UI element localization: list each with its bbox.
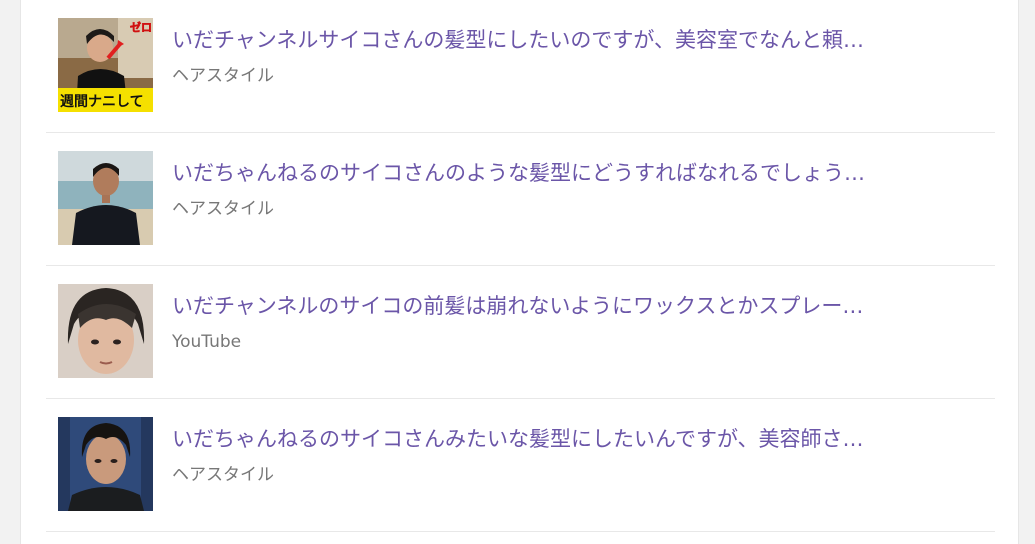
question-list-item[interactable]: いだちゃんねるのサイコさんのような髪型にどうすればなれるでしょう… ヘアスタイル: [46, 133, 995, 266]
question-title-link[interactable]: いだちゃんねるのサイコさんのような髪型にどうすればなれるでしょう…: [172, 158, 972, 188]
question-category[interactable]: ヘアスタイル: [172, 64, 274, 88]
question-list: ゼロ 週間ナニして いだチャンネルサイコさんの髪型にしたいのですが、美容室でなん…: [46, 0, 995, 532]
thumbnail-image: [58, 284, 153, 378]
question-thumbnail[interactable]: [58, 284, 153, 378]
question-thumbnail[interactable]: [58, 151, 153, 245]
question-thumbnail[interactable]: ゼロ 週間ナニして: [58, 18, 153, 112]
question-title-link[interactable]: いだチャンネルのサイコの前髪は崩れないようにワックスとかスプレー…: [172, 291, 972, 321]
thumbnail-caption-top: ゼロ: [130, 20, 152, 34]
question-category[interactable]: YouTube: [172, 330, 241, 354]
question-list-item[interactable]: ゼロ 週間ナニして いだチャンネルサイコさんの髪型にしたいのですが、美容室でなん…: [46, 0, 995, 133]
thumbnail-image: [58, 417, 153, 511]
thumbnail-caption-bottom: 週間ナニして: [60, 94, 144, 110]
question-list-item[interactable]: いだチャンネルのサイコの前髪は崩れないようにワックスとかスプレー… YouTub…: [46, 266, 995, 399]
question-title-link[interactable]: いだちゃんねるのサイコさんみたいな髪型にしたいんですが、美容師さ…: [172, 424, 972, 454]
results-panel: ゼロ 週間ナニして いだチャンネルサイコさんの髪型にしたいのですが、美容室でなん…: [20, 0, 1019, 544]
question-category[interactable]: ヘアスタイル: [172, 463, 274, 487]
thumbnail-image: ゼロ 週間ナニして: [58, 18, 153, 112]
thumbnail-image: [58, 151, 153, 245]
question-title-link[interactable]: いだチャンネルサイコさんの髪型にしたいのですが、美容室でなんと頼…: [172, 25, 972, 55]
question-category[interactable]: ヘアスタイル: [172, 197, 274, 221]
question-list-item[interactable]: いだちゃんねるのサイコさんみたいな髪型にしたいんですが、美容師さ… ヘアスタイル: [46, 399, 995, 532]
question-thumbnail[interactable]: [58, 417, 153, 511]
